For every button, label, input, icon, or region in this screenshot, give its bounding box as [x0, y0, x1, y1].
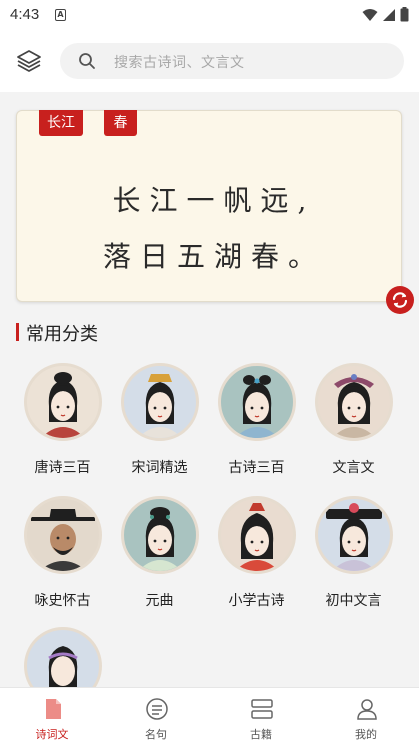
- ancient-lady-avatar-icon: [218, 363, 296, 441]
- search-icon: [79, 53, 95, 69]
- nav-tab-quotes[interactable]: 名句: [104, 688, 208, 746]
- daily-poem-card[interactable]: 长江 春 长江一帆远, 落日五湖春。: [16, 110, 402, 302]
- nav-label: 诗词文: [35, 728, 69, 741]
- nav-tab-profile[interactable]: 我的: [314, 688, 418, 746]
- nav-label: 名句: [145, 728, 167, 741]
- category-label: 宋词精选: [131, 460, 188, 476]
- top-header: 搜索古诗词、文言文: [0, 30, 419, 92]
- document-icon: [46, 699, 61, 719]
- wifi-icon: [362, 8, 378, 21]
- layers-menu-button[interactable]: [14, 48, 44, 74]
- layers-icon: [17, 50, 41, 72]
- refresh-poem-button[interactable]: [386, 286, 414, 314]
- tang-poet-avatar-icon: [24, 363, 102, 441]
- books-icon: [251, 699, 273, 719]
- status-bar: 4:43 A: [0, 0, 419, 30]
- section-accent-bar: [16, 323, 19, 341]
- category-label: 唐诗三百: [34, 460, 91, 476]
- nav-label: 我的: [355, 728, 377, 741]
- person-icon: [357, 699, 377, 720]
- refresh-icon: [392, 292, 408, 308]
- official-avatar-icon: [24, 496, 102, 574]
- status-time: 4:43: [10, 6, 40, 23]
- category-label: 初中文言: [325, 593, 382, 609]
- category-label: 元曲: [145, 593, 174, 609]
- nav-tab-classics[interactable]: 古籍: [209, 688, 313, 746]
- signal-icon: [383, 8, 395, 21]
- search-placeholder: 搜索古诗词、文言文: [114, 55, 245, 71]
- category-label: 文言文: [332, 460, 375, 476]
- scholar-lady-avatar-icon: [315, 363, 393, 441]
- status-icons: [362, 7, 409, 22]
- song-lady-avatar-icon: [121, 363, 199, 441]
- poem-line: 长江一帆远,: [112, 184, 316, 217]
- nav-label: 古籍: [250, 728, 272, 741]
- quote-icon: [146, 698, 168, 720]
- nav-tab-poems[interactable]: 诗词文: [0, 688, 104, 746]
- battery-icon: [400, 7, 409, 22]
- poem-tag[interactable]: 春: [104, 110, 137, 136]
- poem-line: 落日五湖春。: [102, 240, 325, 273]
- notification-a-icon: A: [55, 9, 66, 21]
- category-label: 古诗三百: [228, 460, 285, 476]
- section-title: 常用分类: [26, 324, 98, 345]
- poem-tag[interactable]: 长江: [39, 110, 83, 136]
- search-input[interactable]: 搜索古诗词、文言文: [60, 43, 404, 79]
- opera-lady-avatar-icon: [121, 496, 199, 574]
- princess-avatar-icon: [218, 496, 296, 574]
- category-label: 咏史怀古: [34, 593, 91, 609]
- bottom-nav: 诗词文 名句 古籍 我的: [0, 687, 419, 746]
- qing-lady-avatar-icon: [315, 496, 393, 574]
- category-label: 小学古诗: [228, 593, 285, 609]
